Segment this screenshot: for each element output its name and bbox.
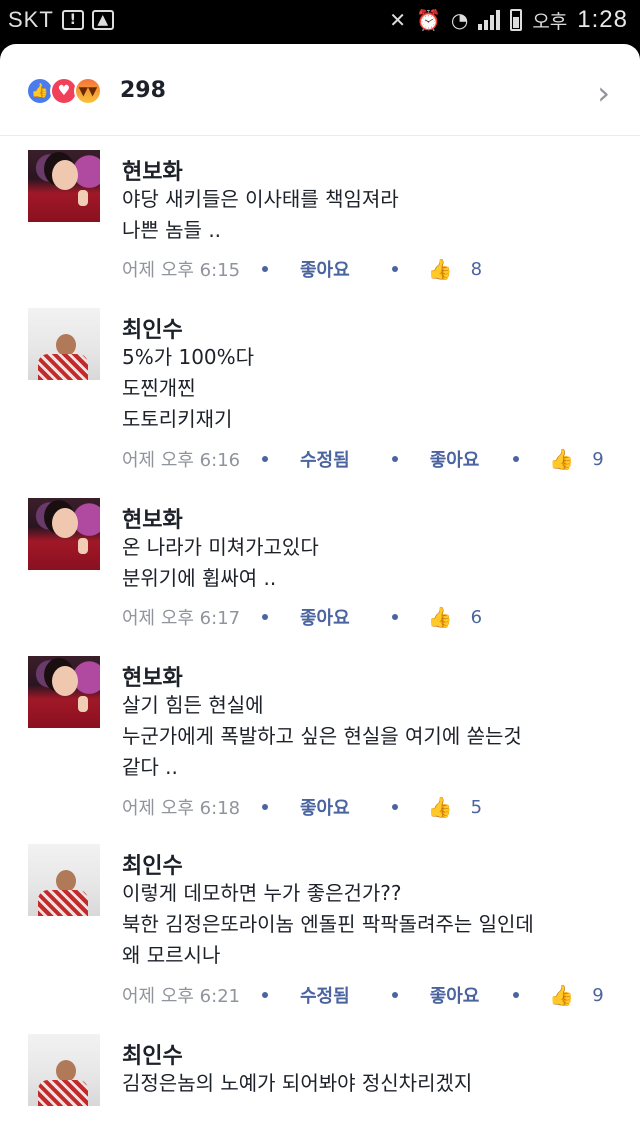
comment-line: 야당 새키들은 이사태를 책임져라 — [122, 187, 399, 211]
comment-body: 온 나라가 미쳐가고있다 분위기에 휩싸여 .. — [122, 532, 612, 594]
comment-time: 어제 오후 6:16 — [122, 450, 241, 471]
comment-body: 야당 새키들은 이사태를 책임져라 나쁜 놈들 .. — [122, 184, 612, 246]
reaction-icons: 👍 ♥ ▼▼ — [26, 77, 102, 105]
comment-line: 이렇게 데모하면 누가 좋은건가?? — [122, 881, 402, 905]
like-count: 5 — [470, 796, 483, 818]
battery-icon — [510, 9, 523, 31]
comment-line: 북한 김정은또라이놈 엔돌핀 팍팍돌려주는 일인데 — [122, 912, 534, 936]
comment-time: 어제 오후 6:15 — [122, 260, 241, 281]
like-button[interactable]: 좋아요 — [300, 604, 350, 630]
separator-dot — [391, 614, 398, 620]
comment-author[interactable]: 최인수 — [122, 312, 183, 344]
thumbs-up-icon: 👍 — [549, 983, 575, 1007]
edited-label[interactable]: 수정됨 — [300, 982, 350, 1008]
separator-dot — [262, 804, 268, 810]
comment-line: 분위기에 휩싸여 .. — [122, 566, 277, 590]
comment-item: 현보화 온 나라가 미쳐가고있다 분위기에 휩싸여 .. 어제 오후 6:17 … — [0, 498, 640, 658]
like-button[interactable]: 좋아요 — [430, 982, 480, 1008]
comment-author[interactable]: 최인수 — [122, 1038, 183, 1070]
comment-line: 도찐개찐 — [122, 376, 196, 400]
avatar[interactable] — [28, 1034, 100, 1106]
like-button[interactable]: 좋아요 — [300, 256, 350, 282]
alarm-icon: ⏰ — [415, 8, 441, 32]
comment-line: 도토리키재기 — [122, 407, 233, 431]
comment-meta: 어제 오후 6:16 수정됨 좋아요 👍 9 — [122, 446, 604, 472]
comment-author[interactable]: 현보화 — [122, 154, 183, 186]
comment-body: 김정은놈의 노예가 되어봐야 정신차리겠지 — [122, 1068, 612, 1099]
reactions-summary[interactable]: 👍 ♥ ▼▼ 298 › — [0, 44, 640, 136]
thumbs-up-icon: 👍 — [549, 447, 575, 471]
angry-reaction-icon: ▼▼ — [74, 77, 102, 105]
separator-dot — [391, 992, 398, 998]
comment-line: 왜 모르시나 — [122, 943, 221, 967]
comment-meta: 어제 오후 6:15 좋아요 👍 8 — [122, 256, 482, 282]
comment-line: 김정은놈의 노예가 되어봐야 정신차리겠지 — [122, 1071, 473, 1095]
separator-dot — [391, 266, 398, 272]
comment-item: 최인수 5%가 100%다 도찐개찐 도토리키재기 어제 오후 6:16 수정됨… — [0, 308, 640, 498]
image-notification-icon: ▲ — [91, 10, 114, 30]
comment-line: 나쁜 놈들 .. — [122, 218, 222, 242]
comment-line: 온 나라가 미쳐가고있다 — [122, 535, 319, 559]
thumbs-up-icon: 👍 — [427, 257, 453, 281]
like-button[interactable]: 좋아요 — [300, 794, 350, 820]
avatar[interactable] — [28, 308, 100, 380]
comment-item: 현보화 야당 새키들은 이사태를 책임져라 나쁜 놈들 .. 어제 오후 6:1… — [0, 150, 640, 320]
comment-line: 5%가 100%다 — [122, 345, 255, 369]
reaction-count: 298 — [120, 78, 166, 103]
separator-dot — [513, 992, 520, 998]
thumbs-up-icon: 👍 — [427, 795, 453, 819]
separator-dot — [391, 804, 398, 810]
separator-dot — [262, 992, 268, 998]
status-bar-right: ✕ ⏰ ◔ 오후 1:28 — [389, 6, 628, 34]
comment-item: 최인수 김정은놈의 노예가 되어봐야 정신차리겠지 — [0, 1034, 640, 1138]
comment-author[interactable]: 최인수 — [122, 848, 183, 880]
like-count: 9 — [592, 984, 604, 1006]
comment-item: 최인수 이렇게 데모하면 누가 좋은건가?? 북한 김정은또라이놈 엔돌핀 팍팍… — [0, 844, 640, 1034]
avatar[interactable] — [28, 498, 100, 570]
status-bar: SKT ! ▲ ✕ ⏰ ◔ 오후 1:28 — [0, 0, 640, 42]
mute-icon: ✕ — [389, 8, 406, 32]
chevron-right-icon[interactable]: › — [597, 74, 610, 112]
comment-author[interactable]: 현보화 — [122, 502, 183, 534]
like-count: 8 — [470, 258, 483, 280]
comment-item: 현보화 살기 힘든 현실에 누군가에게 폭발하고 싶은 현실을 여기에 쏟는것 … — [0, 656, 640, 846]
like-button[interactable]: 좋아요 — [430, 446, 480, 472]
separator-dot — [513, 456, 520, 462]
comment-meta: 어제 오후 6:17 좋아요 👍 6 — [122, 604, 482, 630]
clock: 1:28 — [577, 6, 628, 33]
alert-notification-icon: ! — [61, 10, 84, 30]
signal-icon — [478, 10, 501, 30]
status-bar-left: SKT ! ▲ — [8, 7, 114, 33]
comment-time: 어제 오후 6:21 — [122, 986, 241, 1007]
avatar[interactable] — [28, 656, 100, 728]
thumbs-up-icon: 👍 — [427, 605, 453, 629]
ampm-label: 오후 — [532, 10, 568, 33]
edited-label[interactable]: 수정됨 — [300, 446, 350, 472]
comment-body: 5%가 100%다 도찐개찐 도토리키재기 — [122, 342, 612, 435]
separator-dot — [391, 456, 398, 462]
separator-dot — [262, 456, 268, 462]
separator-dot — [262, 266, 268, 272]
comment-time: 어제 오후 6:17 — [122, 608, 241, 629]
comment-line: 같다 .. — [122, 755, 178, 779]
avatar[interactable] — [28, 150, 100, 222]
wifi-icon: ◔ — [450, 8, 469, 32]
comment-body: 이렇게 데모하면 누가 좋은건가?? 북한 김정은또라이놈 엔돌핀 팍팍돌려주는… — [122, 878, 612, 971]
like-count: 9 — [592, 448, 604, 470]
comment-author[interactable]: 현보화 — [122, 660, 183, 692]
comment-meta: 어제 오후 6:18 좋아요 👍 5 — [122, 794, 482, 820]
comment-meta: 어제 오후 6:21 수정됨 좋아요 👍 9 — [122, 982, 604, 1008]
separator-dot — [262, 614, 268, 620]
comment-body: 살기 힘든 현실에 누군가에게 폭발하고 싶은 현실을 여기에 쏟는것 같다 .… — [122, 690, 612, 783]
comment-time: 어제 오후 6:18 — [122, 798, 241, 819]
avatar[interactable] — [28, 844, 100, 916]
comment-line: 누군가에게 폭발하고 싶은 현실을 여기에 쏟는것 — [122, 724, 522, 748]
comment-line: 살기 힘든 현실에 — [122, 693, 264, 717]
carrier-label: SKT — [8, 7, 54, 32]
comments-panel: 👍 ♥ ▼▼ 298 › 현보화 야당 새키들은 이사태를 책임져라 나쁜 놈들… — [0, 44, 640, 1138]
like-count: 6 — [470, 606, 483, 628]
